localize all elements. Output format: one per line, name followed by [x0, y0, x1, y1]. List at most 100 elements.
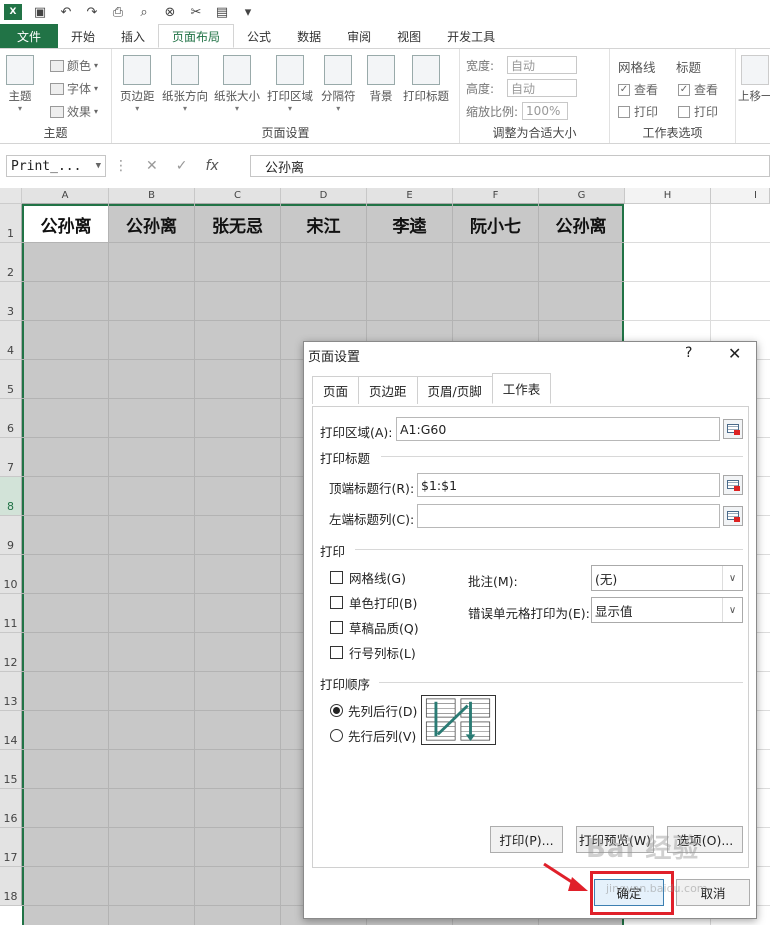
column-header[interactable]: B: [109, 188, 195, 204]
column-header[interactable]: I: [711, 188, 770, 204]
column-header[interactable]: H: [625, 188, 711, 204]
row-header[interactable]: 18: [0, 867, 22, 906]
size-button[interactable]: 纸张大小 ▾: [214, 55, 260, 113]
header-cell[interactable]: 李逵: [367, 206, 452, 243]
tab-page-layout[interactable]: 页面布局: [158, 24, 235, 48]
header-cell[interactable]: 张无忌: [195, 206, 280, 243]
row-col-headings-checkbox[interactable]: 行号列标(L): [330, 643, 416, 662]
row-header[interactable]: 15: [0, 750, 22, 789]
enter-icon[interactable]: ✓: [176, 158, 188, 174]
form-icon[interactable]: ▤: [214, 4, 230, 20]
row-header[interactable]: 2: [0, 243, 22, 282]
row-header[interactable]: 16: [0, 789, 22, 828]
black-white-checkbox[interactable]: 单色打印(B): [330, 593, 417, 612]
function-icon[interactable]: fx: [205, 158, 218, 174]
gridlines-print-checkbox[interactable]: 打印: [618, 103, 658, 120]
undo-icon[interactable]: ↶: [58, 4, 74, 20]
gridlines-checkbox[interactable]: 网格线(G): [330, 568, 406, 587]
row-header[interactable]: 9: [0, 516, 22, 555]
cell-errors-select[interactable]: 显示值 ∨: [591, 597, 743, 623]
formula-input[interactable]: 公孙离: [250, 155, 770, 177]
orientation-button[interactable]: 纸张方向 ▾: [162, 55, 208, 113]
header-cell[interactable]: 公孙离: [109, 206, 194, 243]
row-header[interactable]: 6: [0, 399, 22, 438]
name-box[interactable]: Print_... ▼: [6, 155, 106, 177]
effects-button[interactable]: 效果 ▾: [50, 103, 98, 120]
header-cell[interactable]: 公孙离: [539, 206, 623, 243]
scale-spinner[interactable]: 缩放比例: 100%: [466, 102, 569, 120]
cut-icon[interactable]: ✂: [188, 4, 204, 20]
collapse-dialog-icon[interactable]: [723, 506, 743, 526]
tab-developer[interactable]: 开发工具: [434, 24, 508, 48]
row-header[interactable]: 3: [0, 282, 22, 321]
header-cell[interactable]: 阮小七: [453, 206, 538, 243]
header-cell[interactable]: 宋江: [281, 206, 366, 243]
column-header[interactable]: D: [281, 188, 367, 204]
background-button[interactable]: 背景: [367, 55, 395, 104]
tab-header-footer[interactable]: 页眉/页脚: [416, 376, 493, 404]
tab-formulas[interactable]: 公式: [234, 24, 284, 48]
header-cell[interactable]: 公孙离: [24, 206, 108, 243]
chevron-down-icon[interactable]: ∨: [722, 566, 742, 590]
customize-icon[interactable]: ▾: [240, 4, 256, 20]
tab-file[interactable]: 文件: [0, 24, 58, 48]
row-header[interactable]: 11: [0, 594, 22, 633]
row-header[interactable]: 1: [0, 204, 22, 243]
bring-forward-button[interactable]: 上移一: [738, 55, 770, 104]
gridlines-view-checkbox[interactable]: ✓ 查看: [618, 81, 658, 98]
headings-print-checkbox[interactable]: 打印: [678, 103, 718, 120]
print-button[interactable]: 打印(P)...: [490, 826, 563, 853]
preview-icon[interactable]: ⌕: [136, 4, 152, 20]
row-header[interactable]: 8: [0, 477, 22, 516]
tab-page[interactable]: 页面: [312, 376, 360, 404]
close-icon[interactable]: ✕: [728, 344, 741, 363]
clear-icon[interactable]: ⊗: [162, 4, 178, 20]
colors-button[interactable]: 颜色 ▾: [50, 57, 98, 74]
themes-button[interactable]: 主题 ▾: [6, 55, 34, 113]
save-icon[interactable]: ▣: [32, 4, 48, 20]
tab-insert[interactable]: 插入: [108, 24, 158, 48]
column-header[interactable]: A: [22, 188, 109, 204]
width-spinner[interactable]: 宽度: 自动: [466, 56, 578, 74]
column-header[interactable]: F: [453, 188, 539, 204]
fonts-button[interactable]: 字体 ▾: [50, 80, 98, 97]
headings-view-checkbox[interactable]: ✓ 查看: [678, 81, 718, 98]
collapse-dialog-icon[interactable]: [723, 419, 743, 439]
redo-icon[interactable]: ↷: [84, 4, 100, 20]
margins-button[interactable]: 页边距 ▾: [120, 55, 155, 113]
print-icon[interactable]: ⎙: [110, 4, 126, 20]
row-header[interactable]: 14: [0, 711, 22, 750]
row-header[interactable]: 7: [0, 438, 22, 477]
print-area-button[interactable]: 打印区域 ▾: [267, 55, 313, 113]
column-header[interactable]: E: [367, 188, 453, 204]
help-icon[interactable]: ?: [685, 345, 692, 361]
tab-sheet[interactable]: 工作表: [491, 373, 552, 404]
over-then-down-radio[interactable]: 先行后列(V): [330, 726, 416, 745]
top-rows-input[interactable]: $1:$1: [417, 473, 720, 497]
row-header[interactable]: 10: [0, 555, 22, 594]
cancel-icon[interactable]: ✕: [146, 158, 158, 174]
print-titles-button[interactable]: 打印标题: [403, 55, 449, 104]
select-all-corner[interactable]: [0, 188, 22, 204]
tab-view[interactable]: 视图: [384, 24, 434, 48]
comments-select[interactable]: (无) ∨: [591, 565, 743, 591]
tab-home[interactable]: 开始: [58, 24, 108, 48]
collapse-dialog-icon[interactable]: [723, 475, 743, 495]
down-then-over-radio[interactable]: 先列后行(D): [330, 701, 417, 720]
breaks-button[interactable]: 分隔符 ▾: [321, 55, 356, 113]
tab-data[interactable]: 数据: [284, 24, 334, 48]
row-header[interactable]: 12: [0, 633, 22, 672]
chevron-down-icon[interactable]: ∨: [722, 598, 742, 622]
row-header[interactable]: 4: [0, 321, 22, 360]
row-header[interactable]: 13: [0, 672, 22, 711]
column-header[interactable]: G: [539, 188, 625, 204]
chevron-down-icon[interactable]: ▼: [96, 161, 101, 171]
row-header[interactable]: 5: [0, 360, 22, 399]
height-spinner[interactable]: 高度: 自动: [466, 79, 578, 97]
print-area-input[interactable]: A1:G60: [396, 417, 720, 441]
row-header[interactable]: 17: [0, 828, 22, 867]
draft-quality-checkbox[interactable]: 草稿品质(Q): [330, 618, 419, 637]
tab-review[interactable]: 审阅: [334, 24, 384, 48]
tab-margins[interactable]: 页边距: [358, 376, 418, 404]
left-cols-input[interactable]: [417, 504, 720, 528]
